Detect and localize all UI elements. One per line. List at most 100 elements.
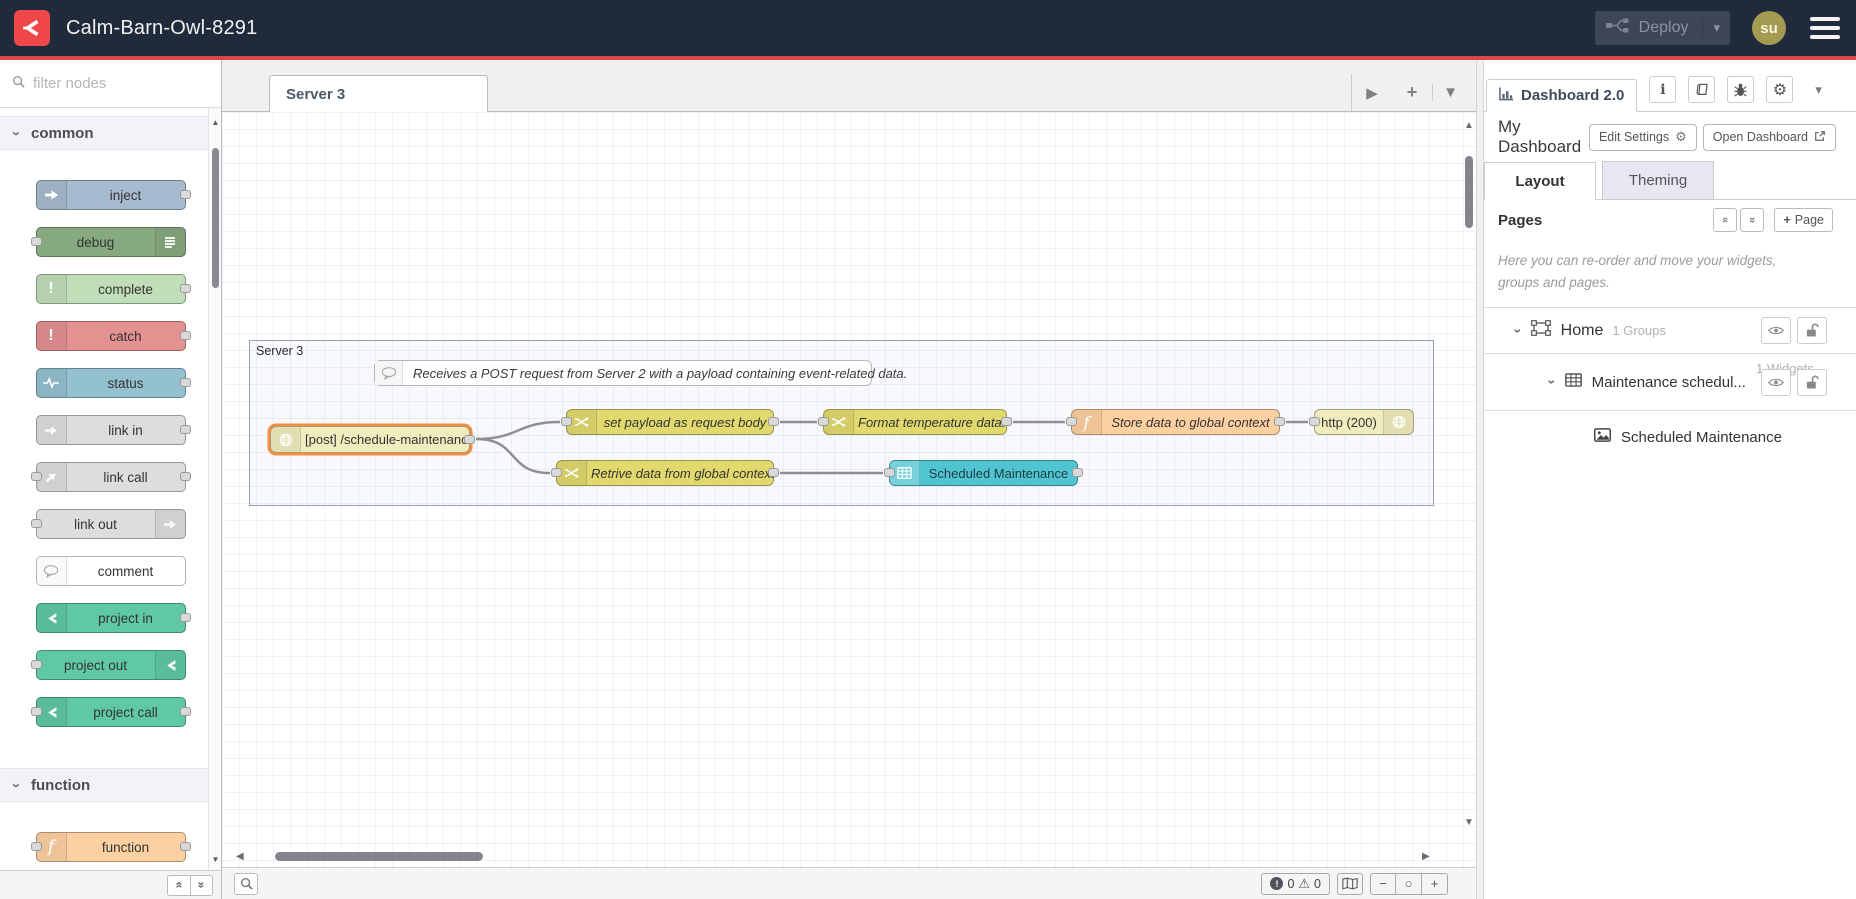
- input-port[interactable]: [30, 472, 42, 481]
- palette-scrollbar-thumb[interactable]: [212, 148, 219, 288]
- input-port[interactable]: [30, 519, 42, 528]
- sidebar-options-caret[interactable]: ▾: [1815, 82, 1822, 98]
- h-scrollbar-thumb[interactable]: [275, 852, 483, 861]
- palette-node-link-call[interactable]: link call: [30, 462, 191, 492]
- output-port[interactable]: [179, 378, 191, 387]
- scroll-down-icon[interactable]: ▼: [1462, 817, 1476, 828]
- flow-node-set-payload[interactable]: set payload as request body: [561, 409, 779, 435]
- palette-node-link-out[interactable]: link out: [30, 509, 186, 539]
- collapse-all-categories-button[interactable]: «: [167, 874, 190, 896]
- tree-row-page-home[interactable]: › Home 1 Groups: [1484, 307, 1856, 355]
- edit-settings-button[interactable]: Edit Settings ⚙: [1588, 123, 1697, 151]
- canvas-horizontal-scrollbar[interactable]: ◀ ▶: [222, 851, 1476, 863]
- canvas-vertical-scrollbar[interactable]: ▲ ▼: [1462, 112, 1476, 867]
- palette-node-link-in[interactable]: link in: [35, 415, 191, 445]
- collapse-all-button[interactable]: «: [1713, 208, 1738, 232]
- chevron-down-icon[interactable]: ›: [1544, 380, 1560, 385]
- scroll-down-icon[interactable]: ▼: [210, 855, 221, 864]
- input-port[interactable]: [30, 707, 42, 716]
- visibility-eye-button[interactable]: [1761, 317, 1791, 345]
- scroll-left-icon[interactable]: ◀: [236, 851, 244, 862]
- flowfuse-logo[interactable]: [14, 10, 50, 46]
- chevron-down-icon[interactable]: ›: [1510, 328, 1526, 333]
- flow-node-format-temperature[interactable]: Format temperature data.: [818, 409, 1012, 435]
- input-port[interactable]: [551, 468, 562, 477]
- output-port[interactable]: [768, 417, 779, 426]
- output-port[interactable]: [768, 468, 779, 477]
- palette-node-project-out[interactable]: project out: [30, 650, 186, 680]
- scroll-right-icon[interactable]: ▶: [1422, 851, 1430, 862]
- unlock-button[interactable]: [1797, 368, 1827, 396]
- output-port[interactable]: [464, 434, 475, 444]
- output-port[interactable]: [179, 613, 191, 622]
- output-port[interactable]: [179, 425, 191, 434]
- zoom-reset-button[interactable]: ○: [1396, 872, 1422, 895]
- scroll-tabs-right-icon[interactable]: ▶: [1352, 84, 1392, 102]
- output-port[interactable]: [1072, 468, 1083, 477]
- visibility-eye-button[interactable]: [1761, 368, 1791, 396]
- output-port[interactable]: [179, 284, 191, 293]
- flow-node-ui-table[interactable]: Scheduled Maintenance: [884, 460, 1083, 486]
- flow-node-comment[interactable]: Receives a POST request from Server 2 wi…: [374, 360, 907, 386]
- settings-gear-button[interactable]: ⚙: [1766, 76, 1794, 103]
- output-port[interactable]: [179, 707, 191, 716]
- tab-layout[interactable]: Layout: [1484, 162, 1596, 200]
- flow-canvas[interactable]: Server 3 Receives a POST request from Se…: [222, 112, 1476, 867]
- output-port[interactable]: [179, 190, 191, 199]
- v-scrollbar-thumb[interactable]: [1465, 156, 1473, 228]
- output-port[interactable]: [1001, 417, 1012, 426]
- input-port[interactable]: [1309, 417, 1320, 426]
- output-port[interactable]: [179, 472, 191, 481]
- main-menu-button[interactable]: [1808, 13, 1842, 43]
- flow-node-store-global[interactable]: f Store data to global context: [1066, 409, 1285, 435]
- open-dashboard-button[interactable]: Open Dashboard: [1702, 123, 1836, 151]
- palette-node-debug[interactable]: debug: [30, 227, 186, 257]
- expand-all-categories-button[interactable]: »: [190, 874, 213, 896]
- info-button[interactable]: i: [1649, 76, 1677, 103]
- input-port[interactable]: [884, 468, 895, 477]
- debug-bug-button[interactable]: [1727, 76, 1755, 103]
- navigator-toggle-button[interactable]: [1337, 872, 1363, 895]
- expand-all-button[interactable]: »: [1740, 208, 1765, 232]
- zoom-in-button[interactable]: +: [1422, 872, 1448, 895]
- palette-category-common[interactable]: › common: [0, 116, 221, 150]
- palette-node-project-call[interactable]: project call: [30, 697, 191, 727]
- flow-node-http-in[interactable]: [post] /schedule-maintenance: [270, 426, 475, 453]
- scroll-up-icon[interactable]: ▲: [1462, 120, 1476, 131]
- flow-tab-server-3[interactable]: Server 3: [269, 75, 488, 112]
- zoom-out-button[interactable]: −: [1370, 872, 1396, 895]
- input-port[interactable]: [818, 417, 829, 426]
- palette-node-project-in[interactable]: project in: [35, 603, 191, 633]
- input-port[interactable]: [561, 417, 572, 426]
- palette-category-function[interactable]: › function: [0, 768, 221, 802]
- output-port[interactable]: [1274, 417, 1285, 426]
- input-port[interactable]: [30, 842, 42, 851]
- deploy-options-caret[interactable]: ▾: [1702, 20, 1720, 36]
- palette-node-status[interactable]: status: [35, 368, 191, 398]
- output-port[interactable]: [179, 331, 191, 340]
- deploy-button[interactable]: Deploy ▾: [1594, 11, 1730, 45]
- scroll-up-icon[interactable]: ▲: [210, 118, 221, 127]
- help-book-button[interactable]: [1688, 76, 1716, 103]
- user-avatar[interactable]: su: [1752, 11, 1786, 45]
- palette-filter-input[interactable]: [33, 75, 183, 92]
- palette-node-catch[interactable]: ! catch: [35, 321, 191, 351]
- output-port[interactable]: [179, 842, 191, 851]
- input-port[interactable]: [30, 660, 42, 669]
- flow-node-retrieve-global[interactable]: Retrive data from global context: [551, 460, 779, 486]
- input-port[interactable]: [30, 237, 42, 246]
- add-flow-button[interactable]: +: [1392, 82, 1432, 103]
- add-page-button[interactable]: + Page: [1774, 208, 1833, 232]
- palette-scrollbar[interactable]: ▲ ▼: [208, 108, 221, 870]
- sidebar-splitter[interactable]: [1476, 60, 1484, 899]
- tree-row-widget-scheduled-maintenance[interactable]: Scheduled Maintenance: [1484, 411, 1856, 465]
- sidebar-tab-dashboard[interactable]: Dashboard 2.0: [1486, 79, 1638, 112]
- search-flows-button[interactable]: [234, 872, 258, 895]
- flow-list-caret[interactable]: ▼: [1432, 84, 1468, 101]
- palette-node-function[interactable]: f function: [30, 832, 191, 862]
- notification-counts[interactable]: ! 0 ⚠ 0: [1261, 872, 1330, 895]
- tab-theming[interactable]: Theming: [1602, 161, 1714, 199]
- palette-node-complete[interactable]: ! complete: [35, 274, 191, 304]
- tree-row-group-maintenance[interactable]: › Maintenance schedul... 1 Widgets: [1484, 354, 1856, 412]
- input-port[interactable]: [1066, 417, 1077, 426]
